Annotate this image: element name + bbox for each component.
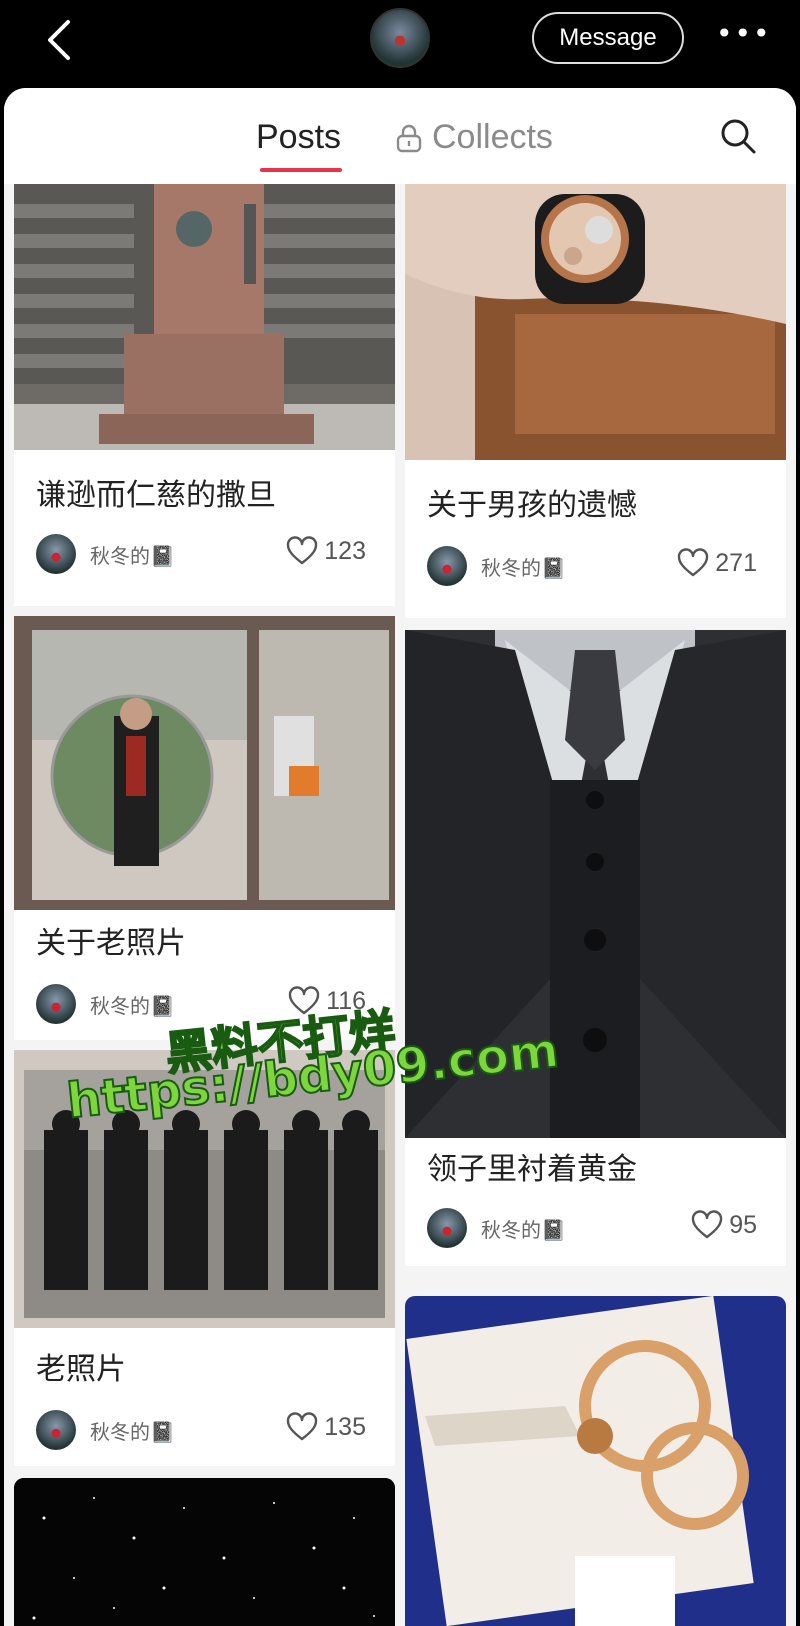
post-photo xyxy=(14,616,395,910)
post-meta: 秋冬的📓 135 xyxy=(36,1408,366,1452)
heart-icon xyxy=(678,548,709,577)
heart-icon xyxy=(287,536,318,565)
back-arrow-icon[interactable] xyxy=(40,16,80,64)
post-title: 谦逊而仁慈的撒旦 xyxy=(36,478,276,513)
post-card[interactable]: 领子里衬着黄金 秋冬的📓 95 xyxy=(405,630,786,1266)
author-avatar[interactable] xyxy=(427,546,467,586)
post-card[interactable]: 关于男孩的遗憾 秋冬的📓 271 xyxy=(405,184,786,618)
author-avatar[interactable] xyxy=(36,1410,76,1450)
post-card[interactable] xyxy=(14,1478,395,1626)
author-name[interactable]: 秋冬的📓 xyxy=(90,1416,175,1445)
like-count: 95 xyxy=(729,1210,757,1239)
tab-posts[interactable]: Posts xyxy=(256,118,342,172)
message-button[interactable]: Message xyxy=(532,12,684,64)
post-meta: 秋冬的📓 271 xyxy=(427,544,757,588)
content-sheet: Posts Collects 谦逊而仁慈的撒旦 秋冬的📓 123 关于男孩的遗憾… xyxy=(4,88,796,1626)
post-card[interactable]: 关于老照片 秋冬的📓 116 xyxy=(14,616,395,1040)
more-options-icon[interactable]: ••• xyxy=(716,20,770,52)
like-count: 135 xyxy=(324,1412,366,1441)
post-photo xyxy=(405,184,786,460)
post-title: 关于男孩的遗憾 xyxy=(427,488,637,523)
active-tab-indicator xyxy=(260,168,342,172)
posts-grid: 谦逊而仁慈的撒旦 秋冬的📓 123 关于男孩的遗憾 秋冬的📓 271 关于老照片… xyxy=(4,184,796,1626)
post-meta: 秋冬的📓 123 xyxy=(36,532,366,576)
post-photo xyxy=(14,184,395,450)
tab-posts-label: Posts xyxy=(256,118,342,156)
like-button[interactable]: 271 xyxy=(677,548,757,578)
author-avatar[interactable] xyxy=(427,1208,467,1248)
search-icon[interactable] xyxy=(718,116,758,156)
like-count: 271 xyxy=(715,548,757,577)
author-avatar[interactable] xyxy=(36,534,76,574)
post-title: 关于老照片 xyxy=(36,926,186,961)
post-card[interactable]: 谦逊而仁慈的撒旦 秋冬的📓 123 xyxy=(14,184,395,606)
post-photo xyxy=(405,1296,786,1626)
heart-icon xyxy=(287,1412,318,1441)
like-button[interactable]: 95 xyxy=(691,1210,757,1240)
tab-bar: Posts Collects xyxy=(4,88,796,184)
like-button[interactable]: 135 xyxy=(286,1412,366,1442)
profile-avatar[interactable] xyxy=(370,8,430,68)
lock-icon xyxy=(396,124,422,152)
author-name[interactable]: 秋冬的📓 xyxy=(481,552,566,581)
tab-collects[interactable]: Collects xyxy=(396,118,553,157)
author-name[interactable]: 秋冬的📓 xyxy=(481,1214,566,1243)
heart-icon xyxy=(691,1210,723,1239)
author-name[interactable]: 秋冬的📓 xyxy=(90,990,175,1019)
author-avatar[interactable] xyxy=(36,984,76,1024)
post-card[interactable] xyxy=(405,1296,786,1626)
like-button[interactable]: 123 xyxy=(286,536,366,566)
author-name[interactable]: 秋冬的📓 xyxy=(90,540,175,569)
post-title: 领子里衬着黄金 xyxy=(427,1152,637,1187)
post-photo xyxy=(14,1478,395,1626)
post-title: 老照片 xyxy=(36,1352,126,1387)
tab-collects-label: Collects xyxy=(432,118,553,156)
post-meta: 秋冬的📓 95 xyxy=(427,1206,757,1250)
top-bar: Message ••• xyxy=(0,0,800,88)
like-count: 123 xyxy=(324,536,366,565)
